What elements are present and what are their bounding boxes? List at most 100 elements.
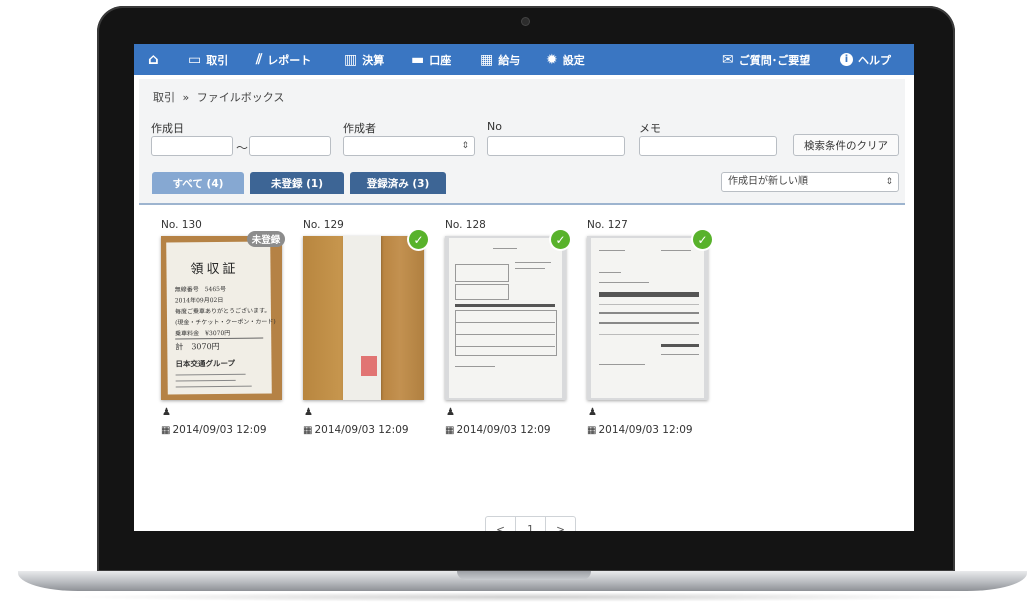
laptop-shadow	[60, 592, 985, 602]
calendar-icon: ▦	[480, 51, 494, 68]
top-navbar: ⌂ ▭ 取引 ⫽ レポート ▥ 決算 ▬ 口座 ▦ 給与 ✹ 設定 ✉ ご質問･ご要望 i ヘル…	[134, 44, 914, 75]
nav-label: ご質問･ご要望	[738, 53, 811, 67]
gear-icon: ✹	[546, 51, 558, 68]
breadcrumb-parent[interactable]: 取引	[153, 91, 175, 104]
receipt-line: 日本交通グループ	[175, 358, 236, 369]
card-icon: ▬	[411, 51, 425, 68]
page-1-button[interactable]: 1	[516, 517, 546, 531]
select-arrows-icon: ⇕	[461, 141, 469, 151]
receipt-line: 無線番号 5465号	[174, 285, 227, 294]
file-number: No. 129	[303, 219, 344, 231]
receipt-paper: 領収証 無線番号 5465号 2014年09月02日 毎度ご乗車ありがとうござい…	[166, 241, 276, 395]
receipt-line: 2014年09月02日	[174, 296, 224, 305]
creator-select[interactable]: ⇕	[343, 136, 475, 156]
doc-line	[599, 364, 645, 365]
doc-line	[455, 334, 555, 335]
doc-line	[599, 272, 621, 273]
registered-check-icon: ✓	[409, 230, 428, 249]
nav-label: レポート	[267, 53, 312, 67]
doc-bar	[599, 322, 699, 324]
breadcrumb-separator: »	[182, 91, 190, 104]
registered-check-icon: ✓	[551, 230, 570, 249]
tab-registered[interactable]: 登録済み (3)	[350, 172, 446, 194]
doc-line	[599, 304, 699, 305]
nav-accounts[interactable]: ▬ 口座	[411, 44, 451, 75]
unregistered-badge: 未登録	[247, 231, 285, 247]
created-date-from-input[interactable]	[151, 136, 233, 156]
file-date-value: 2014/09/03 12:09	[172, 424, 267, 436]
user-icon: ♟	[588, 407, 597, 418]
app-screen: ⌂ ▭ 取引 ⫽ レポート ▥ 決算 ▬ 口座 ▦ 給与 ✹ 設定 ✉ ご質問･ご要望 i ヘル…	[134, 44, 914, 531]
receipt-line: (現金・チケット・クーポン・カード)	[175, 318, 276, 327]
nav-label: ヘルプ	[858, 53, 891, 67]
doc-line	[455, 366, 495, 367]
receipt-rule	[175, 337, 264, 340]
no-input[interactable]	[487, 136, 625, 156]
doc-bar	[455, 304, 555, 307]
nav-label: 設定	[562, 53, 585, 67]
receipt-rule	[175, 385, 252, 388]
file-thumbnail[interactable]	[587, 236, 708, 400]
receipt-line: 毎度ご乗車ありがとうございます。	[174, 307, 271, 316]
clear-search-button[interactable]: 検索条件のクリア	[793, 134, 899, 156]
doc-bar	[661, 344, 699, 347]
doc-line	[515, 262, 551, 263]
tab-all[interactable]: すべて (4)	[152, 172, 244, 194]
next-page-button[interactable]: >	[546, 517, 575, 531]
nav-support[interactable]: ✉ ご質問･ご要望	[722, 44, 810, 75]
doc-bar	[599, 292, 699, 297]
file-number: No. 128	[445, 219, 486, 231]
pagination: < 1 >	[485, 516, 576, 531]
webcam	[522, 18, 529, 25]
file-date: ▦ 2014/09/03 12:09	[445, 424, 551, 436]
breadcrumb: 取引 » ファイルボックス	[153, 89, 284, 105]
sort-select[interactable]: 作成日が新しい順 ⇕	[721, 172, 899, 192]
creator-label: 作成者	[343, 122, 376, 135]
file-thumbnail[interactable]: 領収証 無線番号 5465号 2014年09月02日 毎度ご乗車ありがとうござい…	[161, 236, 282, 400]
receipt-line: 乗車料金 ¥3070円	[175, 329, 231, 338]
nav-transactions[interactable]: ▭ 取引	[188, 44, 228, 75]
date-range-separator: 〜	[236, 141, 249, 155]
created-date-label: 作成日	[151, 122, 184, 135]
nav-home[interactable]: ⌂	[148, 44, 164, 75]
memo-input[interactable]	[639, 136, 777, 156]
document-sheet	[449, 238, 562, 398]
calendar-icon: ▦	[587, 425, 597, 436]
calendar-icon: ▦	[303, 425, 313, 436]
inbox-icon: ▭	[188, 51, 202, 68]
user-icon: ♟	[304, 407, 313, 418]
file-date: ▦ 2014/09/03 12:09	[303, 424, 409, 436]
registered-check-icon: ✓	[693, 230, 712, 249]
doc-line	[599, 282, 649, 283]
receipt-line: 計 3070円	[175, 341, 220, 352]
nav-help[interactable]: i ヘルプ	[840, 44, 891, 75]
nav-reports[interactable]: ⫽ レポート	[256, 44, 311, 75]
nav-payroll[interactable]: ▦ 給与	[480, 44, 520, 75]
receipt-rule	[175, 379, 236, 382]
tab-unregistered[interactable]: 未登録 (1)	[250, 172, 344, 194]
doc-line	[515, 268, 545, 269]
receipt-stamp	[361, 356, 377, 376]
file-thumbnail[interactable]	[303, 236, 424, 400]
document-sheet	[591, 238, 704, 398]
nav-label: 口座	[429, 53, 452, 67]
doc-line	[493, 248, 517, 249]
receipt-title: 領収証	[190, 261, 239, 278]
prev-page-button[interactable]: <	[486, 517, 516, 531]
nav-settlement[interactable]: ▥ 決算	[344, 44, 384, 75]
doc-line	[455, 322, 555, 323]
nav-label: 取引	[206, 53, 229, 67]
chart-icon: ⫽	[256, 51, 263, 68]
main-content: 取引 » ファイルボックス 作成日 〜 作成者 ⇕ No メモ 検索条件のクリア…	[139, 79, 905, 531]
file-date-value: 2014/09/03 12:09	[456, 424, 551, 436]
select-arrows-icon: ⇕	[885, 177, 893, 187]
doc-line	[455, 346, 555, 347]
doc-bar	[599, 312, 699, 314]
nav-settings[interactable]: ✹ 設定	[546, 44, 585, 75]
doc-line	[661, 354, 699, 355]
laptop-notch	[457, 571, 591, 580]
file-date: ▦ 2014/09/03 12:09	[161, 424, 267, 436]
doc-line	[661, 250, 691, 251]
file-thumbnail[interactable]	[445, 236, 566, 400]
created-date-to-input[interactable]	[249, 136, 331, 156]
